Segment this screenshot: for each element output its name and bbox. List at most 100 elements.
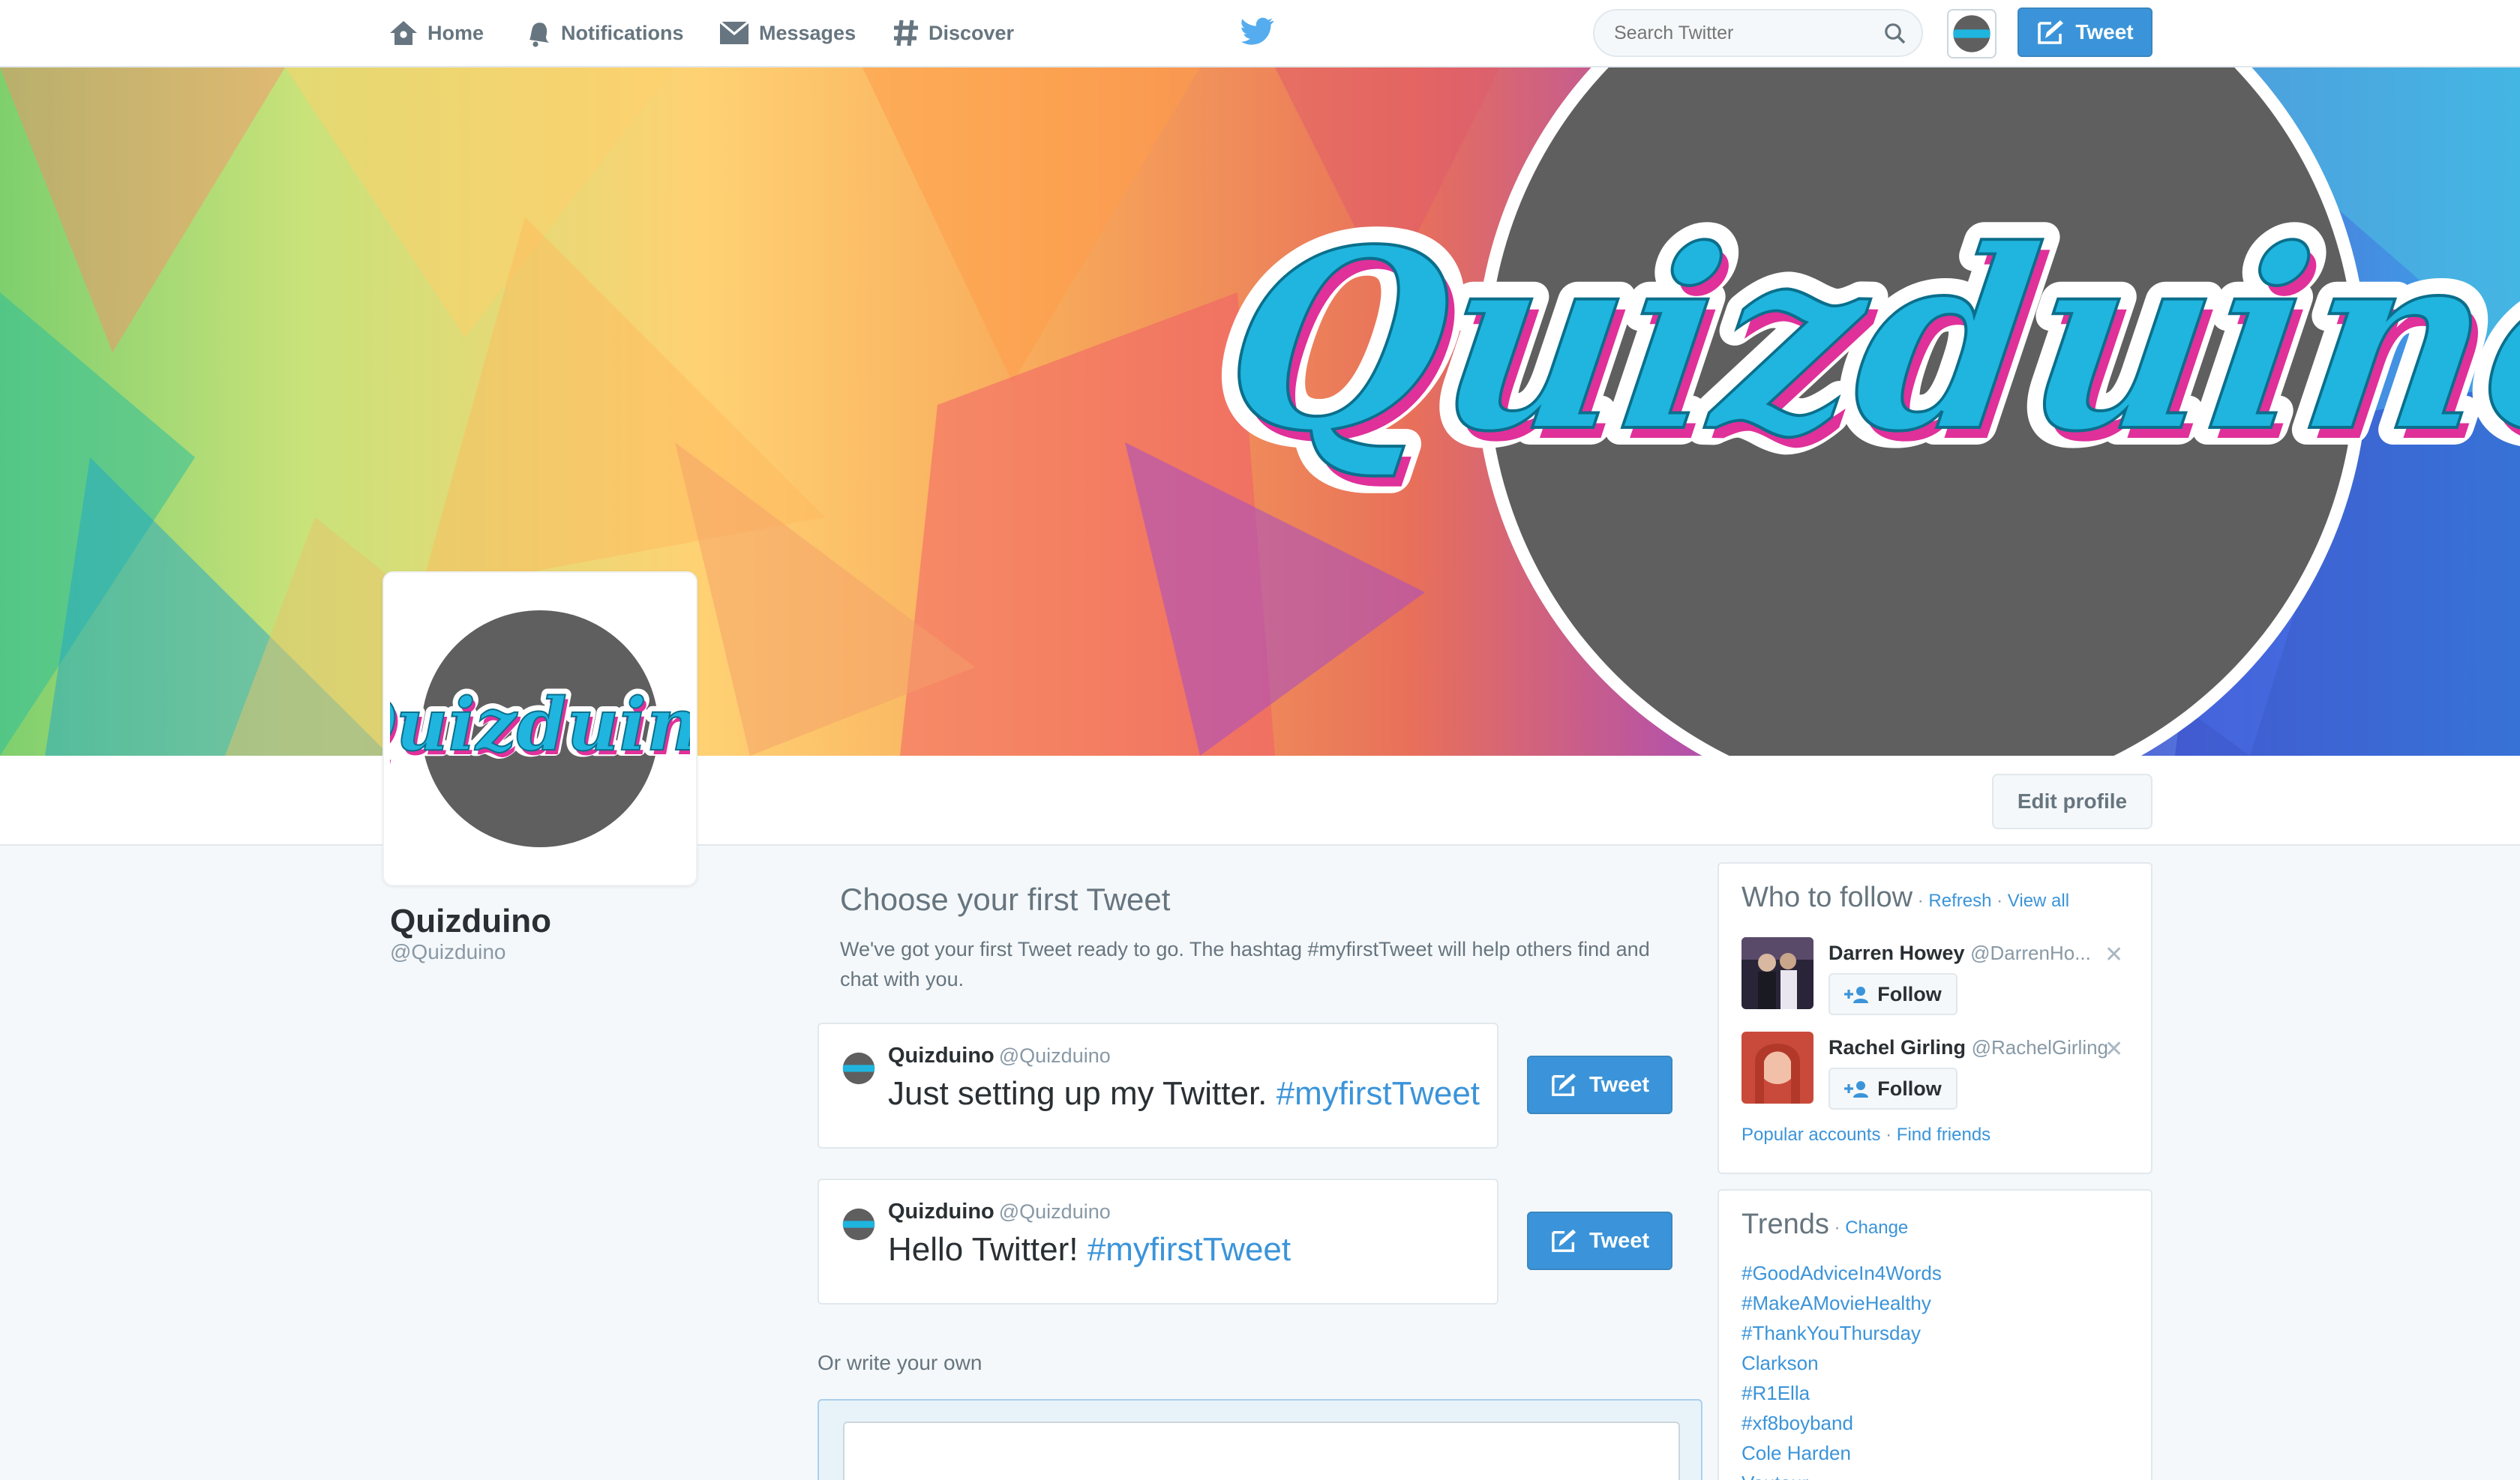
- find-friends-link[interactable]: Find friends: [1897, 1125, 1990, 1145]
- user-photo[interactable]: [1742, 937, 1814, 1009]
- compose-box: [818, 1399, 1702, 1480]
- suggested-tweet-card: Quizduino @Quizduino Just setting up my T…: [818, 1023, 1498, 1149]
- user-photo[interactable]: [1742, 1032, 1814, 1104]
- avatar-logo-text: Quizduino: [390, 682, 690, 767]
- card-author-name: Quizduino: [888, 1044, 994, 1068]
- nav-discover[interactable]: Discover: [892, 0, 1014, 66]
- follow-button[interactable]: Follow: [1828, 973, 1958, 1015]
- trend-item[interactable]: #xf8boyband: [1742, 1408, 1942, 1438]
- suggested-tweet-card: Quizduino @Quizduino Hello Twitter! #myfi…: [818, 1179, 1498, 1305]
- who-to-follow-title: Who to follow: [1742, 882, 1913, 913]
- trend-item[interactable]: Vautour: [1742, 1468, 1942, 1480]
- card-author: Quizduino @Quizduino: [888, 1044, 1111, 1068]
- who-to-follow-header: Who to follow · Refresh · View all: [1742, 882, 2069, 914]
- refresh-link[interactable]: Refresh: [1928, 891, 1991, 911]
- compose-textarea[interactable]: [843, 1422, 1680, 1480]
- compose-tweet-button[interactable]: Tweet: [2018, 7, 2152, 57]
- quizduino-mini-avatar: [842, 1208, 875, 1241]
- trend-item[interactable]: #GoodAdviceIn4Words: [1742, 1258, 1942, 1288]
- card-tweet-text: Just setting up my Twitter. #myfirstTwee…: [888, 1075, 1480, 1113]
- dismiss-icon[interactable]: ✕: [2104, 1036, 2123, 1062]
- quizduino-logo: Quizduino Quizduino Quizduino: [390, 606, 690, 852]
- user-name-line: Rachel Girling @RachelGirling: [1828, 1036, 2108, 1059]
- popular-accounts-link[interactable]: Popular accounts: [1742, 1125, 1880, 1145]
- tweet-suggestion-2-label: Tweet: [1588, 1228, 1650, 1253]
- follow-button-label: Follow: [1877, 1077, 1942, 1100]
- who-to-follow-module: Who to follow · Refresh · View all Darre…: [1718, 862, 2152, 1174]
- card-text-body: Just setting up my Twitter.: [888, 1075, 1276, 1112]
- nav-notifications-label: Notifications: [561, 21, 684, 44]
- compose-icon: [1552, 1229, 1576, 1252]
- separator: ·: [1912, 891, 1929, 911]
- follow-suggestion: Rachel Girling @RachelGirling ✕ Follow: [1742, 1032, 2132, 1110]
- trend-item[interactable]: #ThankYouThursday: [1742, 1318, 1942, 1348]
- card-author: Quizduino @Quizduino: [888, 1200, 1111, 1224]
- search-box[interactable]: [1593, 9, 1923, 57]
- who-to-follow-footer: Popular accounts · Find friends: [1742, 1125, 1990, 1146]
- compose-icon: [1552, 1073, 1576, 1096]
- card-hashtag[interactable]: #myfirstTweet: [1276, 1075, 1480, 1112]
- card-author-handle: @Quizduino: [998, 1044, 1111, 1067]
- search-input[interactable]: [1614, 22, 1884, 44]
- follow-button[interactable]: Follow: [1828, 1068, 1958, 1110]
- twitter-bird-icon[interactable]: [1241, 16, 1274, 46]
- bell-icon: [530, 22, 549, 47]
- add-user-icon: [1844, 987, 1869, 1003]
- card-text-body: Hello Twitter!: [888, 1231, 1088, 1268]
- trends-title: Trends: [1742, 1209, 1829, 1240]
- add-user-icon: [1844, 1081, 1869, 1098]
- card-tweet-text: Hello Twitter! #myfirstTweet: [888, 1231, 1291, 1269]
- quizduino-mini-avatar: [842, 1052, 875, 1085]
- nav-messages[interactable]: Messages: [718, 0, 856, 66]
- trend-item[interactable]: #MakeAMovieHealthy: [1742, 1288, 1942, 1318]
- profile-avatar[interactable]: Quizduino Quizduino Quizduino: [382, 571, 698, 886]
- account-avatar[interactable]: [1947, 9, 1996, 58]
- user-name[interactable]: Rachel Girling: [1828, 1036, 1966, 1059]
- envelope-icon: [718, 20, 750, 44]
- user-name[interactable]: Darren Howey: [1828, 942, 1965, 964]
- follow-button-label: Follow: [1877, 982, 1942, 1005]
- trend-item[interactable]: Clarkson: [1742, 1348, 1942, 1378]
- change-link[interactable]: Change: [1845, 1218, 1908, 1238]
- compose-icon: [2038, 20, 2064, 44]
- card-author-handle: @Quizduino: [998, 1200, 1111, 1223]
- top-navigation-bar: Home Notifications Messages Discover Twe…: [0, 0, 2520, 67]
- write-your-own-label: Or write your own: [818, 1351, 982, 1374]
- user-handle: @RachelGirling: [1971, 1036, 2109, 1059]
- follow-suggestion: Darren Howey @DarrenHo... ✕ Follow: [1742, 937, 2132, 1015]
- quizduino-logo-small: [1953, 15, 1990, 52]
- nav-discover-label: Discover: [928, 21, 1015, 44]
- separator: ·: [1880, 1125, 1897, 1145]
- edit-profile-button[interactable]: Edit profile: [1992, 774, 2152, 829]
- trends-module: Trends · Change #GoodAdviceIn4Words #Mak…: [1718, 1189, 2152, 1480]
- nav-notifications[interactable]: Notifications: [525, 0, 684, 66]
- profile-name[interactable]: Quizduino: [390, 903, 551, 940]
- search-icon[interactable]: [1884, 22, 1906, 45]
- trend-list: #GoodAdviceIn4Words #MakeAMovieHealthy #…: [1742, 1258, 1942, 1480]
- trend-item[interactable]: #R1Ella: [1742, 1378, 1942, 1408]
- first-tweet-title: Choose your first Tweet: [840, 882, 1171, 917]
- user-name-line: Darren Howey @DarrenHo...: [1828, 942, 2091, 965]
- compose-tweet-label: Tweet: [2075, 20, 2134, 43]
- home-icon: [390, 21, 417, 45]
- nav-home[interactable]: Home: [388, 0, 484, 66]
- card-author-name: Quizduino: [888, 1200, 994, 1224]
- banner-image: Quizduino Quizduino Quizduino: [0, 67, 2520, 756]
- nav-home-label: Home: [428, 21, 484, 44]
- card-hashtag[interactable]: #myfirstTweet: [1088, 1231, 1291, 1268]
- trend-item[interactable]: Cole Harden: [1742, 1438, 1942, 1468]
- profile-banner: Quizduino Quizduino Quizduino: [0, 67, 2520, 756]
- tweet-suggestion-1-button[interactable]: Tweet: [1527, 1056, 1672, 1114]
- view-all-link[interactable]: View all: [2008, 891, 2069, 911]
- banner-logo-text: Quizduino: [1210, 196, 2520, 487]
- profile-handle[interactable]: @Quizduino: [390, 940, 506, 964]
- tweet-suggestion-1-label: Tweet: [1588, 1072, 1650, 1097]
- tweet-suggestion-2-button[interactable]: Tweet: [1527, 1212, 1672, 1270]
- trends-header: Trends · Change: [1742, 1209, 1908, 1241]
- dismiss-icon[interactable]: ✕: [2104, 942, 2123, 968]
- nav-messages-label: Messages: [759, 21, 856, 44]
- user-handle: @DarrenHo...: [1970, 942, 2091, 964]
- first-tweet-description: We've got your first Tweet ready to go. …: [840, 938, 1650, 990]
- hashtag-icon: [894, 19, 918, 46]
- separator: ·: [1828, 1218, 1846, 1238]
